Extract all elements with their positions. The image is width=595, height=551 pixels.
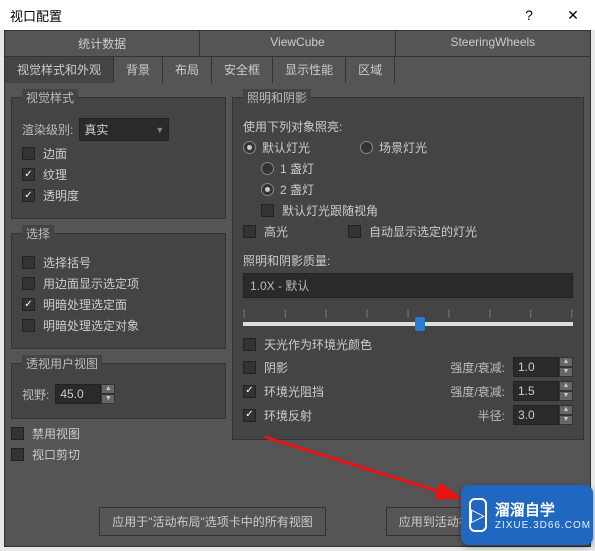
default-light-radio[interactable] (243, 141, 256, 154)
close-button[interactable]: ✕ (551, 0, 595, 30)
two-light-radio[interactable] (261, 183, 274, 196)
tab-region[interactable]: 区域 (346, 57, 395, 83)
edgefaces-checkbox[interactable] (22, 277, 35, 290)
view-clip-checkbox[interactable] (11, 448, 24, 461)
brackets-checkbox[interactable] (22, 256, 35, 269)
quality-slider[interactable]: ||||||||| (243, 308, 573, 326)
scene-light-radio[interactable] (360, 141, 373, 154)
radius-spinner[interactable]: 3.0▲▼ (513, 405, 573, 425)
tab-safeframe[interactable]: 安全框 (212, 57, 273, 83)
tab-viewcube[interactable]: ViewCube (200, 31, 395, 56)
auto-show-checkbox[interactable] (348, 225, 361, 238)
selection-legend: 选择 (22, 225, 54, 242)
shadow-checkbox[interactable] (243, 361, 256, 374)
tab-background[interactable]: 背景 (114, 57, 163, 83)
intensity2-spinner[interactable]: 1.5▲▼ (513, 381, 573, 401)
skylight-checkbox[interactable] (243, 338, 256, 351)
quality-label: 照明和阴影质量: (243, 252, 573, 269)
ao-checkbox[interactable] (243, 385, 256, 398)
texture-label: 纹理 (43, 166, 67, 183)
perspective-group: 透视用户视图 视野: 45.0 ▲▼ (11, 355, 226, 419)
transparency-label: 透明度 (43, 187, 79, 204)
perspective-legend: 透视用户视图 (22, 355, 102, 372)
spinner-up-icon[interactable]: ▲ (101, 384, 115, 394)
texture-checkbox[interactable] (22, 168, 35, 181)
chevron-down-icon: ▼ (155, 125, 164, 135)
lighting-group: 照明和阴影 使用下列对象照亮: 默认灯光 场景灯光 1 盏灯 2 盏灯 默认灯光… (232, 89, 584, 440)
selection-group: 选择 选择括号 用边面显示选定项 明暗处理选定面 明暗处理选定对象 (11, 225, 226, 349)
edges-checkbox[interactable] (22, 147, 35, 160)
follow-view-checkbox[interactable] (261, 204, 274, 217)
highlight-checkbox[interactable] (243, 225, 256, 238)
intensity1-spinner[interactable]: 1.0▲▼ (513, 357, 573, 377)
disable-view-checkbox[interactable] (11, 427, 24, 440)
spinner-down-icon[interactable]: ▼ (101, 394, 115, 404)
render-level-select[interactable]: 真实 ▼ (79, 118, 169, 141)
window-title: 视口配置 (10, 6, 62, 25)
tab-layout[interactable]: 布局 (163, 57, 212, 83)
play-icon: ▷ (469, 498, 487, 532)
watermark: ▷ 溜溜自学 ZIXUE.3D66.COM (461, 485, 593, 545)
tab-stats[interactable]: 统计数据 (5, 31, 200, 56)
shade-selected-checkbox[interactable] (22, 298, 35, 311)
illuminate-with-label: 使用下列对象照亮: (243, 118, 573, 135)
transparency-checkbox[interactable] (22, 189, 35, 202)
edges-label: 边面 (43, 145, 67, 162)
visual-style-legend: 视觉样式 (22, 89, 78, 106)
fov-spinner[interactable]: 45.0 ▲▼ (55, 384, 115, 404)
shade-selected-obj-checkbox[interactable] (22, 319, 35, 332)
lighting-legend: 照明和阴影 (243, 89, 311, 106)
apply-all-button[interactable]: 应用于"活动布局"选项卡中的所有视图 (99, 507, 326, 536)
render-level-label: 渲染级别: (22, 121, 73, 138)
help-button[interactable]: ? (507, 0, 551, 30)
visual-style-group: 视觉样式 渲染级别: 真实 ▼ 边面 纹理 透明度 (11, 89, 226, 219)
fov-label: 视野: (22, 386, 49, 403)
tab-visual-style[interactable]: 视觉样式和外观 (5, 57, 114, 83)
tab-display-perf[interactable]: 显示性能 (273, 57, 346, 83)
tab-steeringwheels[interactable]: SteeringWheels (396, 31, 590, 56)
one-light-radio[interactable] (261, 162, 274, 175)
quality-field[interactable]: 1.0X - 默认 (243, 273, 573, 298)
reflection-checkbox[interactable] (243, 409, 256, 422)
slider-thumb[interactable] (415, 317, 425, 331)
